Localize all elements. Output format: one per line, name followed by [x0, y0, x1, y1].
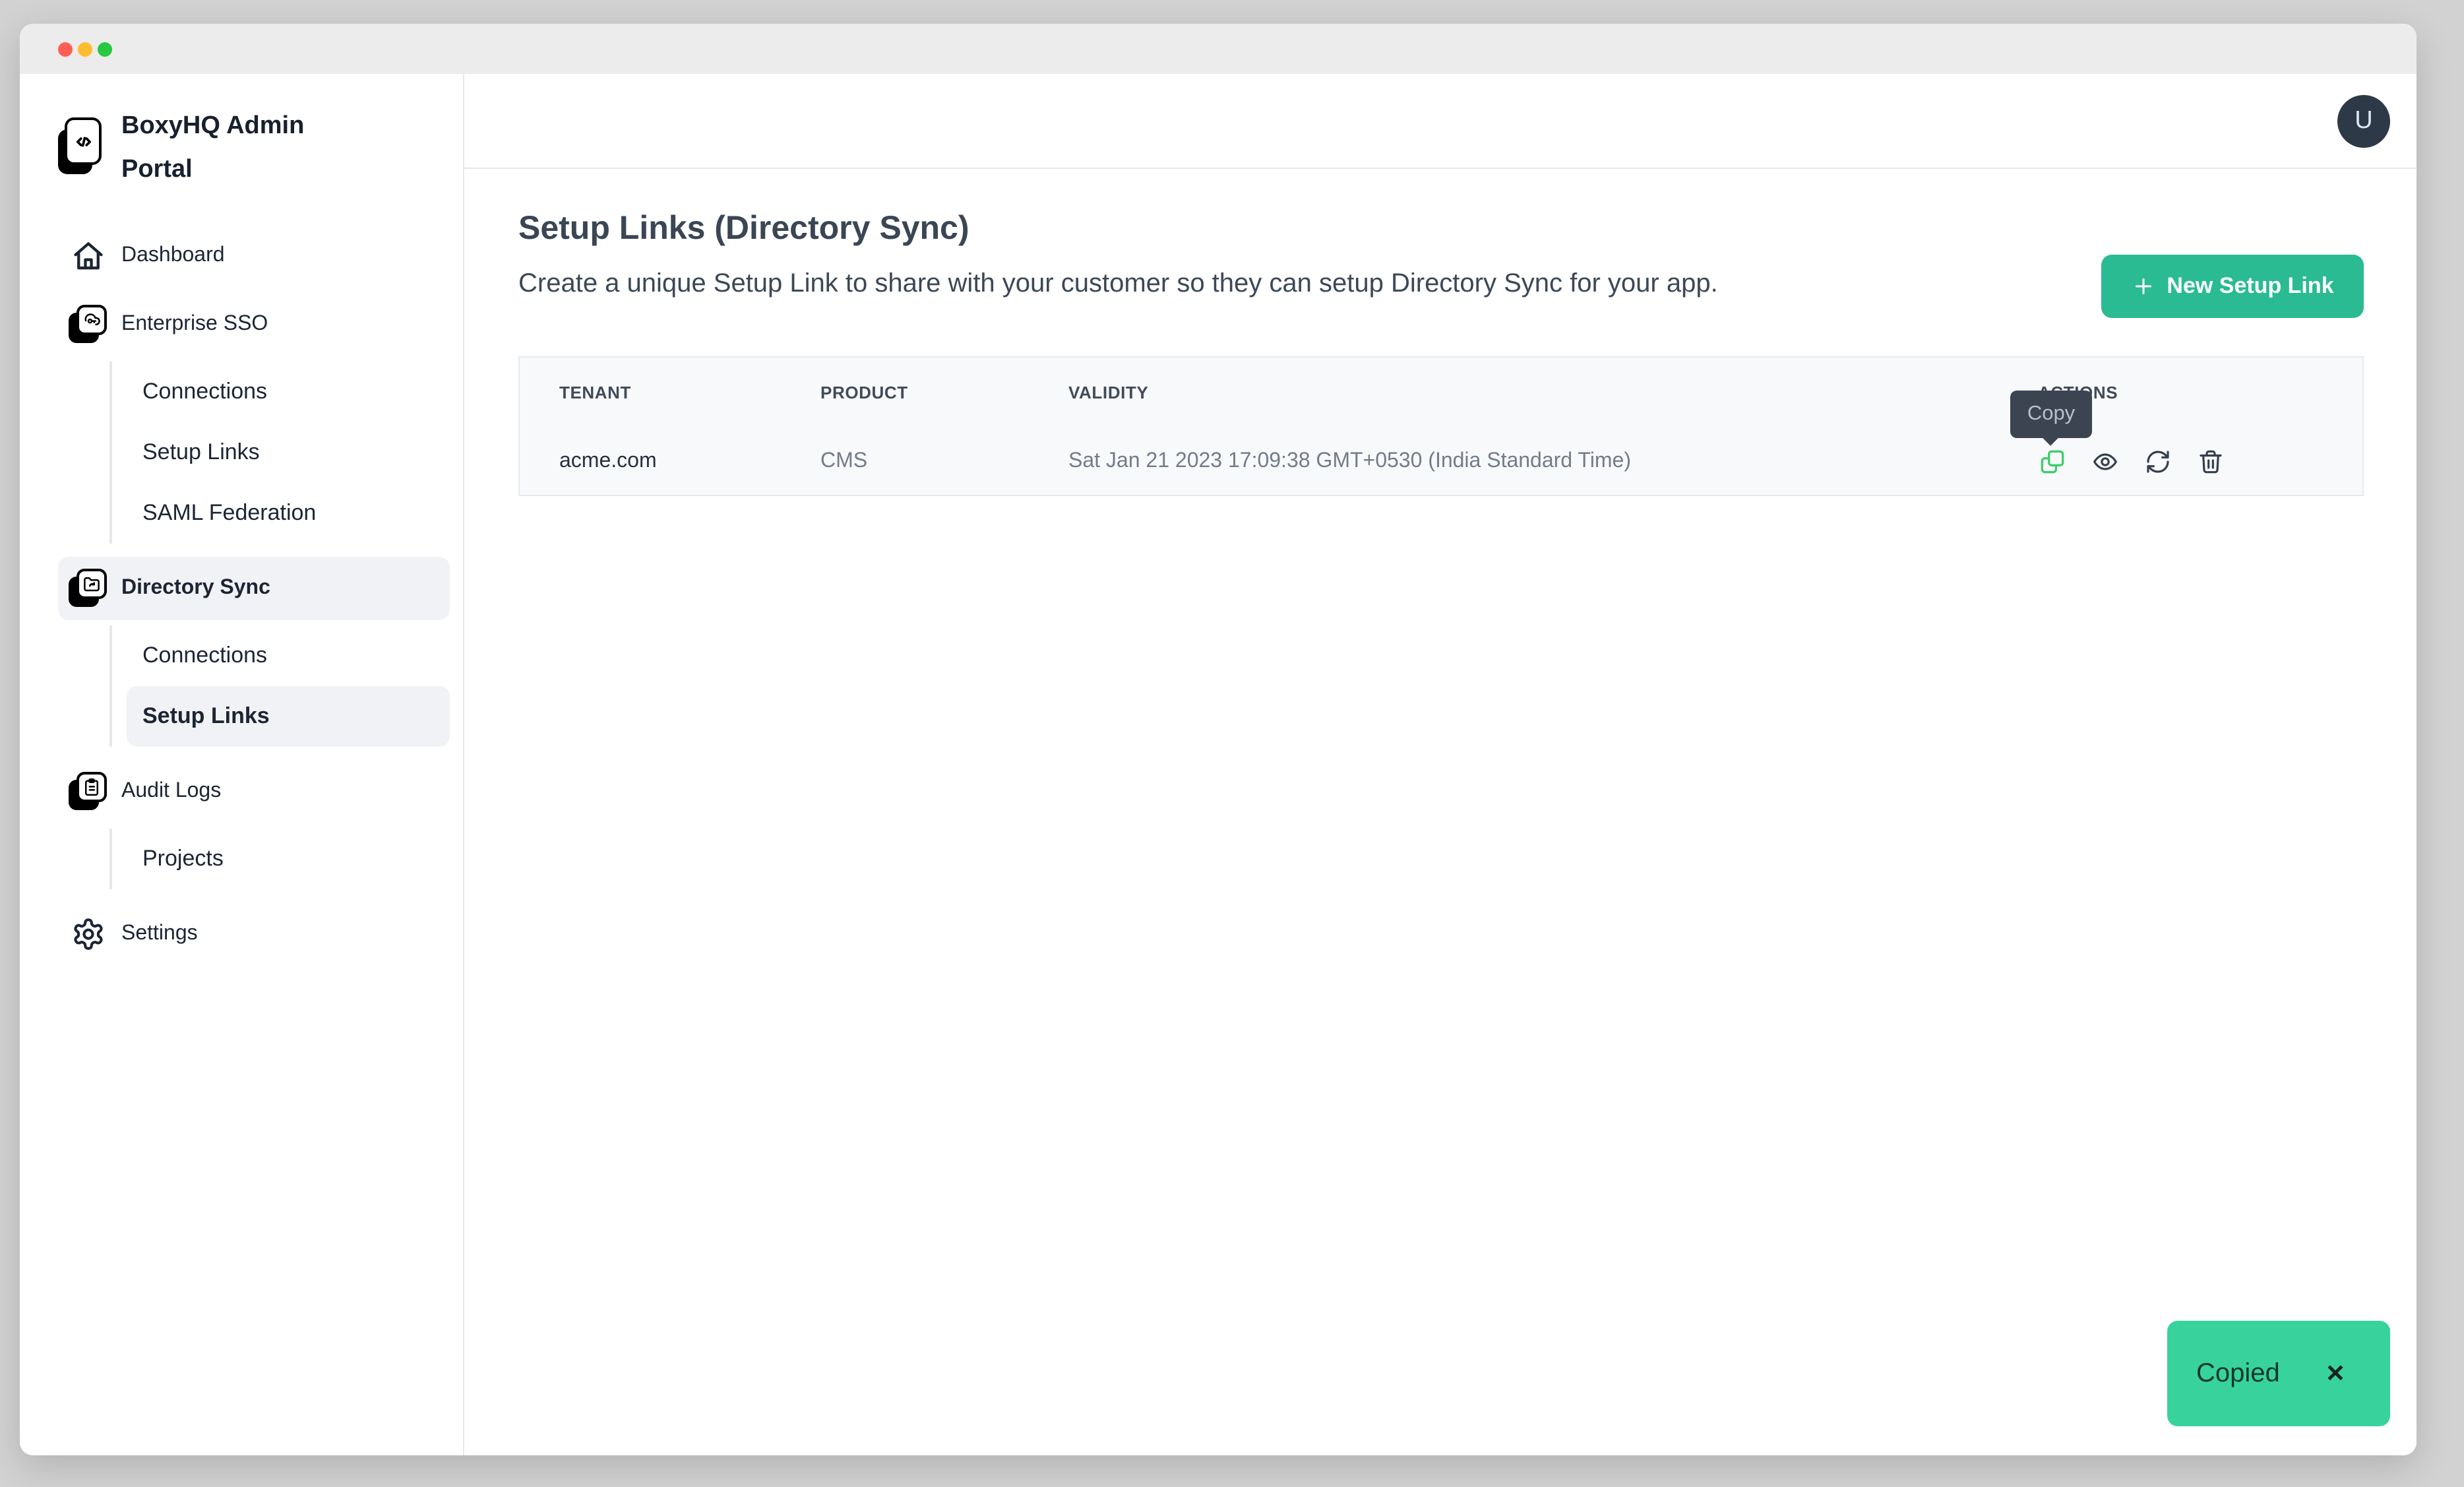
sidebar-nav: Dashboard Enterprise SSO	[58, 224, 450, 966]
cell-actions	[2038, 448, 2362, 474]
toast-success: Copied ✕	[2167, 1321, 2390, 1426]
desktop: BoxyHQ Admin Portal Dashboard	[0, 0, 2464, 1487]
window-controls	[58, 42, 112, 56]
submenu-label: Connections	[142, 379, 267, 405]
content-header: Setup Links (Directory Sync) Create a un…	[518, 208, 2364, 302]
trash-icon	[2198, 448, 2224, 474]
column-header-validity: VALIDITY	[1068, 383, 2038, 402]
sidebar-item-dashboard[interactable]: Dashboard	[58, 224, 450, 288]
new-setup-link-button[interactable]: New Setup Link	[2101, 255, 2364, 318]
copy-link-button[interactable]	[2039, 448, 2066, 474]
delete-link-button[interactable]	[2198, 448, 2224, 474]
enterprise-sso-submenu: Connections Setup Links SAML Federation	[109, 362, 450, 544]
sidebar-item-label: Directory Sync	[121, 577, 270, 600]
sidebar-subitem-dsync-setup-links[interactable]: Setup Links	[127, 686, 450, 747]
submenu-label: Setup Links	[142, 439, 260, 466]
sidebar-item-enterprise-sso[interactable]: Enterprise SSO	[58, 293, 450, 356]
sidebar-item-settings[interactable]: Settings	[58, 902, 450, 966]
brand[interactable]: BoxyHQ Admin Portal	[58, 104, 450, 191]
copy-tooltip: Copy	[2010, 391, 2092, 438]
clipboard-icon	[69, 771, 108, 813]
user-avatar[interactable]: U	[2337, 94, 2390, 147]
copy-icon	[2039, 448, 2066, 474]
sidebar-subitem-projects[interactable]: Projects	[127, 829, 450, 889]
main-area: U Setup Links (Directory Sync) Create a …	[464, 74, 2417, 1455]
window-titlebar	[20, 24, 2417, 74]
sidebar-subitem-sso-setup-links[interactable]: Setup Links	[127, 422, 450, 483]
sidebar-item-audit-logs[interactable]: Audit Logs	[58, 760, 450, 823]
sidebar-item-label: Audit Logs	[121, 780, 221, 804]
toast-message: Copied	[2196, 1358, 2280, 1389]
app-window: BoxyHQ Admin Portal Dashboard	[20, 24, 2417, 1455]
sidebar-subitem-saml-federation[interactable]: SAML Federation	[127, 483, 450, 544]
sidebar-item-label: Settings	[121, 922, 198, 946]
submenu-label: Projects	[142, 846, 224, 872]
cell-validity: Sat Jan 21 2023 17:09:38 GMT+0530 (India…	[1068, 449, 2038, 473]
column-header-product: PRODUCT	[820, 383, 1068, 402]
column-header-tenant: TENANT	[559, 383, 820, 402]
gear-icon	[69, 913, 108, 955]
sidebar-subitem-sso-connections[interactable]: Connections	[127, 362, 450, 422]
cloud-key-icon	[69, 303, 108, 346]
setup-links-table: TENANT PRODUCT VALIDITY ACTIONS acme.com…	[518, 356, 2364, 496]
home-icon	[69, 235, 108, 277]
submenu-label: Connections	[142, 643, 267, 669]
sidebar-item-label: Dashboard	[121, 244, 225, 268]
submenu-label: SAML Federation	[142, 500, 316, 526]
toast-close-button[interactable]: ✕	[2325, 1360, 2345, 1387]
view-setup-link-button[interactable]	[2092, 448, 2118, 474]
page-description: Create a unique Setup Link to share with…	[518, 265, 1718, 302]
window-close-button[interactable]	[58, 42, 73, 56]
topbar: U	[464, 74, 2417, 169]
sidebar-item-label: Enterprise SSO	[121, 313, 268, 336]
page-content: Setup Links (Directory Sync) Create a un…	[464, 169, 2417, 496]
sidebar-subitem-dsync-connections[interactable]: Connections	[127, 625, 450, 686]
avatar-initial: U	[2355, 106, 2372, 135]
directory-sync-submenu: Connections Setup Links	[109, 625, 450, 747]
folder-sync-icon	[69, 567, 108, 610]
plus-icon	[2131, 274, 2155, 298]
window-minimize-button[interactable]	[78, 42, 92, 56]
page-title: Setup Links (Directory Sync)	[518, 208, 1718, 248]
cell-product: CMS	[820, 449, 1068, 473]
window-zoom-button[interactable]	[98, 42, 112, 56]
submenu-label: Setup Links	[142, 703, 270, 730]
eye-icon	[2092, 448, 2118, 474]
regenerate-icon	[2145, 448, 2171, 474]
regenerate-link-button[interactable]	[2145, 448, 2171, 474]
audit-logs-submenu: Projects	[109, 829, 450, 889]
sidebar-item-directory-sync[interactable]: Directory Sync	[58, 557, 450, 620]
new-setup-link-label: New Setup Link	[2167, 273, 2333, 300]
sidebar: BoxyHQ Admin Portal Dashboard	[20, 74, 464, 1455]
brand-title: BoxyHQ Admin Portal	[121, 104, 332, 191]
boxyhq-logo-icon	[58, 117, 102, 178]
window-body: BoxyHQ Admin Portal Dashboard	[20, 74, 2417, 1455]
cell-tenant: acme.com	[559, 449, 820, 473]
copy-tooltip-label: Copy	[2027, 402, 2075, 426]
